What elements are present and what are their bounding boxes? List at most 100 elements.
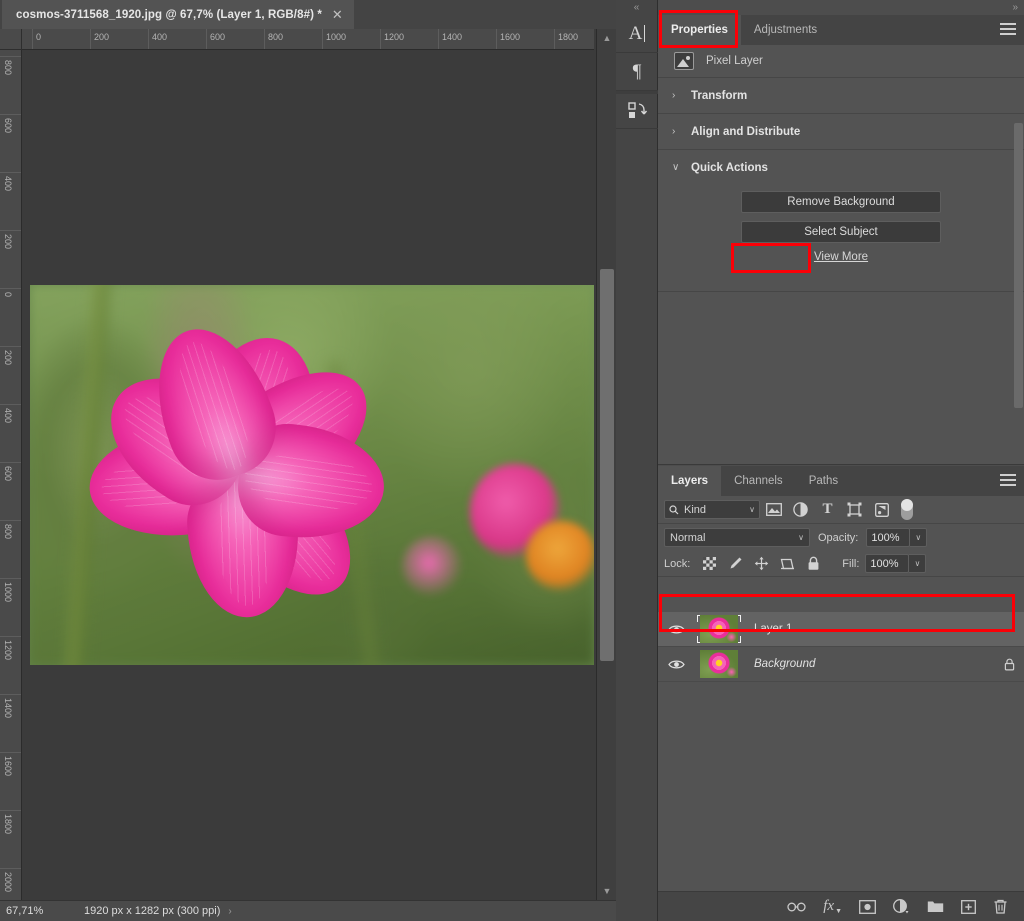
document-tab[interactable]: cosmos-3711568_1920.jpg @ 67,7% (Layer 1… [2,0,354,29]
filter-pixel-icon[interactable] [760,499,787,521]
tab-adjustments[interactable]: Adjustments [741,15,830,45]
tab-paths-label: Paths [808,475,839,487]
ruler-tick-label: 400 [152,32,168,42]
panel-menu-icon[interactable] [1000,474,1016,488]
zoom-level[interactable]: 67,71% [0,905,78,917]
ruler-tick-label: 1600 [500,32,521,42]
close-icon[interactable]: ✕ [332,8,343,21]
tab-layers-label: Layers [671,475,709,487]
ruler-tick-label: 1200 [384,32,405,42]
add-layer-mask-icon[interactable] [859,899,876,914]
opacity-input[interactable]: 100% [866,528,911,547]
layer-name-label[interactable]: Background [744,658,994,670]
paragraph-panel-icon[interactable]: ¶ [616,53,658,91]
canvas-viewport[interactable] [22,50,594,900]
fill-stepper[interactable]: ∨ [909,554,927,573]
ruler-tick [496,29,497,49]
status-next-icon[interactable]: › [220,906,239,917]
layer-row-background[interactable]: Background [658,647,1024,682]
expand-panels-icon[interactable]: » [1012,0,1018,15]
filter-enable-toggle[interactable] [901,499,913,520]
scroll-down-icon[interactable]: ▼ [597,883,617,899]
ruler-tick [0,868,21,869]
canvas-vertical-scrollbar[interactable]: ▲ ▼ [596,29,616,900]
chevron-right-icon: › [672,126,676,137]
ruler-tick-label: 800 [268,32,284,42]
new-adjustment-layer-icon[interactable] [893,899,910,914]
ruler-tick [438,29,439,49]
layer-thumbnail[interactable] [700,615,738,643]
canvas-image-cosmos-flower[interactable] [30,285,594,665]
tab-channels[interactable]: Channels [721,466,796,496]
select-subject-button[interactable]: Select Subject [741,221,941,243]
layer-thumbnail[interactable] [700,650,738,678]
vertical-scroll-thumb[interactable] [600,269,614,661]
ruler-tick [0,114,21,115]
properties-scrollbar[interactable] [1014,123,1023,503]
tab-properties[interactable]: Properties [658,15,741,45]
delete-layer-icon[interactable] [993,899,1008,914]
layer-visibility-icon[interactable] [658,624,694,635]
layer-row-layer-1[interactable]: Layer 1 [658,612,1024,647]
remove-background-button[interactable]: Remove Background [741,191,941,213]
ruler-tick-label: 600 [3,466,13,482]
view-more-wrapper: View More [658,251,1024,277]
ruler-tick-label: 2000 [3,872,13,893]
ruler-tick [148,29,149,49]
ruler-tick [0,578,21,579]
photoshop-window: cosmos-3711568_1920.jpg @ 67,7% (Layer 1… [0,0,1024,921]
pixel-layer-row: Pixel Layer [658,45,1024,78]
ruler-tick-label: 200 [94,32,110,42]
section-quick-actions-header[interactable]: ∨ Quick Actions [658,150,1024,185]
filter-type-icon[interactable]: T [814,499,841,521]
panel-icon-rail: « A ¶ [616,0,658,921]
ruler-tick-label: 1000 [326,32,347,42]
section-align-distribute-header[interactable]: › Align and Distribute [658,114,1024,149]
document-tab-bar: cosmos-3711568_1920.jpg @ 67,7% (Layer 1… [0,0,616,29]
section-quick-actions-label: Quick Actions [691,161,768,174]
tab-paths[interactable]: Paths [796,466,851,496]
chevron-right-icon: › [672,90,676,101]
vertical-ruler[interactable]: 800 600 400 200 0 200 400 600 800 1000 1200 1400 160… [0,50,22,900]
view-more-link[interactable]: View More [814,251,868,263]
lock-image-pixels-icon[interactable] [722,554,748,574]
horizontal-ruler[interactable]: 0 200 400 600 800 1000 1200 1400 1600 1800 [22,29,594,50]
libraries-panel-icon[interactable] [616,91,658,129]
filter-adjustment-icon[interactable] [787,499,814,521]
panel-menu-icon[interactable] [1000,23,1016,37]
ruler-tick-label: 1800 [3,814,13,835]
scroll-up-icon[interactable]: ▲ [597,30,617,46]
blend-mode-select[interactable]: Normal ∨ [664,528,810,547]
document-area: cosmos-3711568_1920.jpg @ 67,7% (Layer 1… [0,0,616,921]
section-align-distribute: › Align and Distribute [658,114,1024,150]
opacity-stepper[interactable]: ∨ [910,528,928,547]
layer-visibility-icon[interactable] [658,659,694,670]
lock-transparent-pixels-icon[interactable] [696,554,722,574]
ruler-tick [0,462,21,463]
filter-shape-icon[interactable] [841,499,868,521]
filter-kind-select[interactable]: Kind ∨ [664,500,760,519]
lock-artboard-nesting-icon[interactable] [774,554,800,574]
fill-input[interactable]: 100% [865,554,910,573]
character-panel-icon[interactable]: A [616,15,658,53]
layer-style-fx-icon[interactable]: fx ▼ [823,898,842,915]
section-transform-header[interactable]: › Transform [658,78,1024,113]
ruler-tick-label: 0 [36,32,42,42]
filter-smart-object-icon[interactable] [868,499,895,521]
image-cosmos-flower [64,293,414,658]
properties-scroll-thumb[interactable] [1014,123,1023,408]
section-transform-label: Transform [691,89,748,102]
ruler-corner [0,29,22,50]
new-layer-icon[interactable] [961,899,976,914]
lock-position-icon[interactable] [748,554,774,574]
ruler-tick-label: 0 [3,292,13,298]
new-group-icon[interactable] [927,900,944,913]
layer-name-label[interactable]: Layer 1 [744,623,1024,635]
link-layers-icon[interactable] [787,901,806,913]
chevron-down-icon: ∨ [749,505,755,514]
lock-all-icon[interactable] [800,554,826,574]
collapse-left-icon[interactable]: « [616,0,657,15]
tab-layers[interactable]: Layers [658,466,722,496]
ruler-tick-label: 800 [3,524,13,540]
ruler-tick [0,56,21,57]
